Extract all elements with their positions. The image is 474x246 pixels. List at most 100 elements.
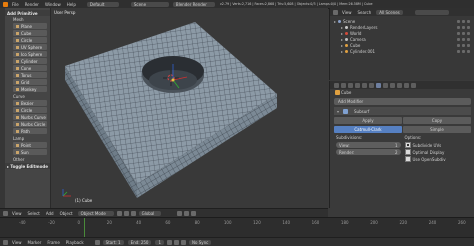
outliner-item[interactable]: ▸ Cylinder.001 <box>330 48 474 54</box>
timeline-menu-frame[interactable]: Frame <box>44 240 62 245</box>
sync-selector[interactable]: No Sync <box>189 239 212 245</box>
menu-window[interactable]: Window <box>42 2 64 7</box>
timeline-editor-icon[interactable] <box>3 239 8 245</box>
current-frame-field[interactable]: 1 <box>155 239 164 245</box>
render-icon[interactable] <box>467 49 470 53</box>
apply-button[interactable]: Apply <box>334 117 402 124</box>
tool-circle[interactable]: Circle <box>13 37 47 43</box>
outliner-display-selector[interactable]: All Scenes <box>376 9 403 15</box>
select-icon[interactable] <box>462 43 465 47</box>
current-frame-marker[interactable] <box>84 218 85 238</box>
render-icon[interactable] <box>467 25 470 29</box>
tool-cylinder[interactable]: Cylinder <box>13 58 47 64</box>
mode-selector[interactable]: Object Mode <box>77 211 114 216</box>
collapse-icon[interactable]: ▾ <box>337 109 339 114</box>
optimal-display-checkbox[interactable]: Optimal Display <box>404 149 470 155</box>
timeline-menu-view[interactable]: View <box>9 240 25 245</box>
material-tab-icon[interactable] <box>390 82 395 88</box>
play-icon[interactable] <box>174 239 179 245</box>
menu-object[interactable]: Object <box>57 211 76 216</box>
editor-type-icon[interactable] <box>3 211 8 216</box>
render-tab-icon[interactable] <box>334 82 339 88</box>
visibility-icon[interactable] <box>457 49 460 53</box>
constraints-tab-icon[interactable] <box>369 82 374 88</box>
physics-tab-icon[interactable] <box>411 82 416 88</box>
menu-select[interactable]: Select <box>25 211 43 216</box>
tool-path[interactable]: Path <box>13 128 47 134</box>
layers-tab-icon[interactable] <box>341 82 346 88</box>
jump-end-icon[interactable] <box>181 239 186 245</box>
select-icon[interactable] <box>462 49 465 53</box>
menu-view[interactable]: View <box>9 211 25 216</box>
end-frame-field[interactable]: End: 250 <box>127 239 152 245</box>
subdivide-uvs-checkbox[interactable]: Subdivide UVs <box>404 142 470 148</box>
tool-nurbs-circle[interactable]: Nurbs Circle <box>13 121 47 127</box>
manipulator-icon[interactable] <box>130 211 136 216</box>
tool-monkey[interactable]: Monkey <box>13 86 47 92</box>
use-opensubdiv-checkbox[interactable]: Use OpenSubdiv <box>404 156 470 162</box>
select-icon[interactable] <box>462 19 465 23</box>
tool-ico-sphere[interactable]: Ico Sphere <box>13 51 47 57</box>
tool-point[interactable]: Point <box>13 142 47 148</box>
start-frame-field[interactable]: Start: 1 <box>102 239 124 245</box>
menu-file[interactable]: File <box>9 2 22 7</box>
pivot-icon[interactable] <box>123 211 129 216</box>
scene-selector[interactable]: Scene <box>130 1 169 7</box>
render-preview-icon[interactable] <box>190 211 196 216</box>
timeline[interactable]: -40 -20 0 20 40 60 80 100 120 140 160 180 200 220 240 2… <box>0 217 474 238</box>
snap-icon[interactable] <box>183 211 189 216</box>
object-tab-icon[interactable] <box>362 82 367 88</box>
texture-tab-icon[interactable] <box>397 82 402 88</box>
jump-start-icon[interactable] <box>167 239 172 245</box>
visibility-icon[interactable] <box>457 43 460 47</box>
render-levels-field[interactable]: Render: 2 <box>336 149 401 155</box>
select-icon[interactable] <box>462 31 465 35</box>
outliner-editor-icon[interactable] <box>333 9 338 15</box>
render-icon[interactable] <box>467 37 470 41</box>
outliner-menu-search[interactable]: Search <box>355 10 375 15</box>
simple-toggle[interactable]: Simple <box>403 126 471 133</box>
visibility-icon[interactable] <box>457 19 460 23</box>
record-icon[interactable] <box>94 239 100 245</box>
tool-circle[interactable]: Circle <box>13 107 47 113</box>
tool-torus[interactable]: Torus <box>13 72 47 78</box>
tool-bezier[interactable]: Bezier <box>13 100 47 106</box>
blender-logo-icon[interactable] <box>3 1 8 7</box>
menu-add[interactable]: Add <box>43 211 57 216</box>
view-levels-field[interactable]: View: 1 <box>336 142 401 148</box>
outliner-search-input[interactable] <box>414 9 449 15</box>
tool-uv-sphere[interactable]: UV Sphere <box>13 44 47 50</box>
menu-help[interactable]: Help <box>64 2 79 7</box>
orientation-selector[interactable]: Global <box>138 211 161 216</box>
add-modifier-button[interactable]: Add Modifier <box>334 98 471 105</box>
select-icon[interactable] <box>462 37 465 41</box>
tool-nurbs-curve[interactable]: Nurbs Curve <box>13 114 47 120</box>
tool-cube[interactable]: Cube <box>13 30 47 36</box>
modifier-name-field[interactable]: Subsurf <box>351 108 402 114</box>
modifier-header[interactable]: ▾ Subsurf <box>334 107 471 115</box>
layout-selector[interactable]: Default <box>86 1 119 7</box>
tool-grid[interactable]: Grid <box>13 79 47 85</box>
render-icon[interactable] <box>467 31 470 35</box>
render-icon[interactable] <box>467 19 470 23</box>
scene-tab-icon[interactable] <box>348 82 353 88</box>
timeline-menu-marker[interactable]: Marker <box>25 240 45 245</box>
catmull-clark-toggle[interactable]: Catmull-Clark <box>334 126 402 133</box>
shading-icon[interactable] <box>116 211 122 216</box>
render-engine-selector[interactable]: Blender Render <box>172 1 215 7</box>
3d-viewport[interactable]: User Persp (1) Cube <box>51 8 328 208</box>
render-icon[interactable] <box>467 43 470 47</box>
layer-icon[interactable] <box>176 211 182 216</box>
tool-sun[interactable]: Sun <box>13 149 47 155</box>
mesh-canvas[interactable] <box>51 8 328 208</box>
visibility-icon[interactable] <box>457 37 460 41</box>
visibility-icon[interactable] <box>457 25 460 29</box>
copy-button[interactable]: Copy <box>403 117 471 124</box>
menu-render[interactable]: Render <box>22 2 42 7</box>
outliner-menu-view[interactable]: View <box>339 10 355 15</box>
world-tab-icon[interactable] <box>355 82 360 88</box>
tool-cone[interactable]: Cone <box>13 65 47 71</box>
particles-tab-icon[interactable] <box>404 82 409 88</box>
tool-plane[interactable]: Plane <box>13 23 47 29</box>
visibility-icon[interactable] <box>457 31 460 35</box>
